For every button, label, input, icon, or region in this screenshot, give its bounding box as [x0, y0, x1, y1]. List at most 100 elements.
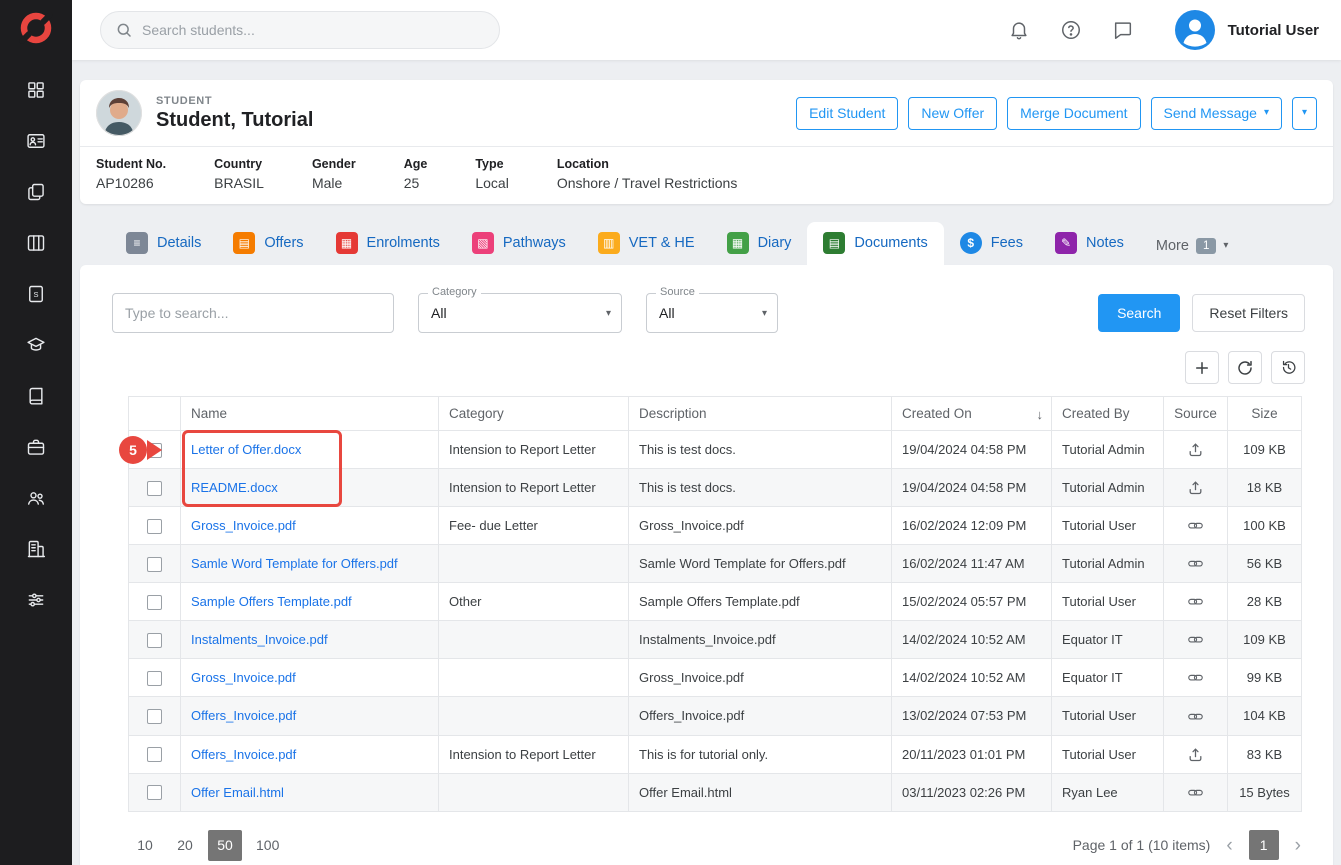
pagination-info: Page 1 of 1 (10 items)	[1073, 837, 1211, 853]
tab-details[interactable]: ≡Details	[110, 222, 217, 265]
row-checkbox[interactable]	[147, 785, 162, 800]
cell-name: Letter of Offer.docx	[181, 431, 439, 469]
student-header-card: STUDENT Student, Tutorial Edit Student N…	[80, 80, 1333, 204]
more-actions-button[interactable]: ▾	[1292, 97, 1317, 130]
page-size-10[interactable]: 10	[128, 830, 162, 861]
table-row: README.docx Intension to Report Letter T…	[129, 469, 1302, 507]
tab-enrolments[interactable]: ▦Enrolments	[320, 222, 456, 265]
chevron-left-icon[interactable]: ‹	[1226, 836, 1232, 855]
field-value: Male	[312, 175, 356, 191]
notifications-bell-icon[interactable]	[1007, 18, 1031, 42]
fees-icon: $	[960, 232, 982, 254]
page-size-50[interactable]: 50	[208, 830, 242, 861]
document-link[interactable]: Gross_Invoice.pdf	[191, 518, 296, 533]
document-link[interactable]: Instalments_Invoice.pdf	[191, 632, 328, 647]
tab-label: Offers	[264, 235, 303, 251]
sidebar-item-settings[interactable]	[24, 588, 48, 612]
tab-pathways[interactable]: ▧Pathways	[456, 222, 582, 265]
cell-description: Gross_Invoice.pdf	[629, 659, 892, 697]
global-search[interactable]	[100, 11, 500, 49]
refresh-button[interactable]	[1228, 351, 1262, 384]
row-checkbox[interactable]	[147, 709, 162, 724]
page-size-20[interactable]: 20	[168, 830, 202, 861]
reset-filters-button[interactable]: Reset Filters	[1192, 294, 1305, 332]
search-button[interactable]: Search	[1098, 294, 1180, 332]
tab-notes[interactable]: ✎Notes	[1039, 222, 1140, 265]
document-link[interactable]: Gross_Invoice.pdf	[191, 670, 296, 685]
tab-documents[interactable]: ▤Documents	[807, 222, 943, 265]
sidebar-item-agents[interactable]	[24, 486, 48, 510]
new-offer-button[interactable]: New Offer	[908, 97, 997, 130]
table-row: Offer Email.html Offer Email.html 03/11/…	[129, 773, 1302, 811]
edit-student-button[interactable]: Edit Student	[796, 97, 898, 130]
app-logo[interactable]	[0, 0, 72, 60]
history-button[interactable]	[1271, 351, 1305, 384]
column-header-created-by[interactable]: Created By	[1052, 397, 1164, 431]
row-checkbox[interactable]	[147, 557, 162, 572]
documents-search-input[interactable]	[112, 293, 394, 333]
tab-vet-he[interactable]: ▥VET & HE	[582, 222, 711, 265]
filters-row: Category All ▾ Source All ▾ Search Reset…	[112, 293, 1305, 333]
table-header-row: NameCategoryDescriptionCreated On↓Create…	[129, 397, 1302, 431]
cell-category	[439, 773, 629, 811]
help-icon[interactable]	[1059, 18, 1083, 42]
table-row: Instalments_Invoice.pdf Instalments_Invo…	[129, 621, 1302, 659]
cell-source	[1164, 545, 1228, 583]
global-search-input[interactable]	[142, 22, 485, 38]
row-checkbox[interactable]	[147, 671, 162, 686]
sidebar-item-boards[interactable]	[24, 231, 48, 255]
category-select-label: Category	[428, 286, 481, 298]
add-document-button[interactable]	[1185, 351, 1219, 384]
cell-created-by: Equator IT	[1052, 659, 1164, 697]
source-select-label: Source	[656, 286, 699, 298]
cell-size: 56 KB	[1228, 545, 1302, 583]
document-link[interactable]: Offer Email.html	[191, 785, 284, 800]
column-header-created-on[interactable]: Created On↓	[892, 397, 1052, 431]
cell-created-by: Equator IT	[1052, 621, 1164, 659]
tab-fees[interactable]: $Fees	[944, 222, 1039, 265]
send-message-button[interactable]: Send Message ▾	[1151, 97, 1282, 130]
source-select[interactable]: Source All ▾	[646, 293, 778, 333]
document-link[interactable]: Offers_Invoice.pdf	[191, 747, 296, 762]
row-checkbox[interactable]	[147, 747, 162, 762]
cell-size: 18 KB	[1228, 469, 1302, 507]
chat-icon[interactable]	[1111, 18, 1135, 42]
document-link[interactable]: Letter of Offer.docx	[191, 442, 301, 457]
row-checkbox[interactable]	[147, 519, 162, 534]
document-link[interactable]: Samle Word Template for Offers.pdf	[191, 556, 398, 571]
column-header-category[interactable]: Category	[439, 397, 629, 431]
sidebar-item-dashboard[interactable]	[24, 78, 48, 102]
tab-diary[interactable]: ▦Diary	[711, 222, 808, 265]
chevron-right-icon[interactable]: ›	[1295, 836, 1301, 855]
sidebar-item-offers[interactable]	[24, 180, 48, 204]
page-number-button[interactable]: 1	[1249, 830, 1279, 860]
sort-desc-icon[interactable]: ↓	[1037, 407, 1044, 422]
tab-label: VET & HE	[629, 235, 695, 251]
merge-document-button[interactable]: Merge Document	[1007, 97, 1140, 130]
row-checkbox[interactable]	[147, 633, 162, 648]
tab-offers[interactable]: ▤Offers	[217, 222, 319, 265]
column-header-size[interactable]: Size	[1228, 397, 1302, 431]
tab-more[interactable]: More 1 ▾	[1140, 228, 1244, 265]
document-link[interactable]: README.docx	[191, 480, 278, 495]
column-header-description[interactable]: Description	[629, 397, 892, 431]
sidebar-item-library[interactable]	[24, 384, 48, 408]
user-menu[interactable]: Tutorial User	[1175, 10, 1319, 50]
category-select[interactable]: Category All ▾	[418, 293, 622, 333]
cell-size: 109 KB	[1228, 621, 1302, 659]
page-size-100[interactable]: 100	[248, 830, 287, 861]
sidebar-item-organisations[interactable]	[24, 537, 48, 561]
column-header-source[interactable]: Source	[1164, 397, 1228, 431]
row-checkbox-cell	[129, 697, 181, 735]
sidebar-item-students[interactable]	[24, 129, 48, 153]
document-link[interactable]: Sample Offers Template.pdf	[191, 594, 352, 609]
sidebar-item-invoices[interactable]: S	[24, 282, 48, 306]
field-label: Gender	[312, 157, 356, 171]
sidebar-item-courses[interactable]	[24, 333, 48, 357]
sidebar-item-services[interactable]	[24, 435, 48, 459]
column-header-name[interactable]: Name	[181, 397, 439, 431]
caret-down-icon: ▾	[1264, 108, 1269, 118]
row-checkbox[interactable]	[147, 595, 162, 610]
document-link[interactable]: Offers_Invoice.pdf	[191, 708, 296, 723]
row-checkbox[interactable]	[147, 481, 162, 496]
